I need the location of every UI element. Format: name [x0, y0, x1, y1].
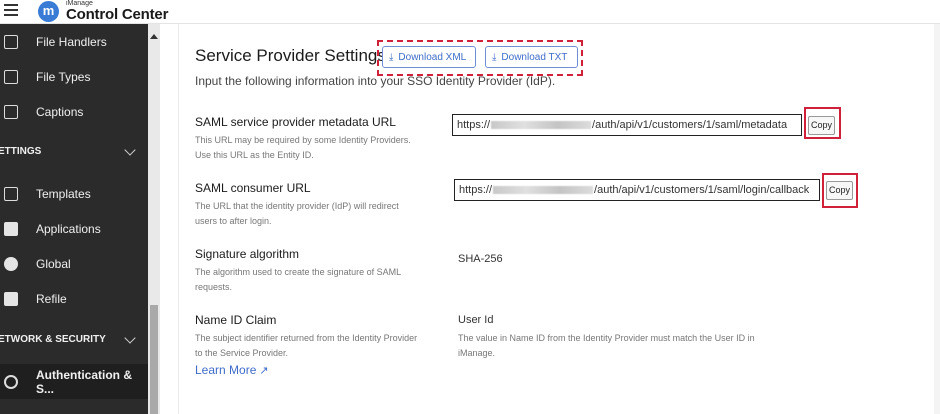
download-buttons-highlight	[377, 40, 583, 76]
main-scrollbar[interactable]	[934, 24, 940, 414]
sidebar-item-label: File Handlers	[36, 34, 107, 49]
metadata-url-title: SAML service provider metadata URL	[195, 115, 396, 129]
applications-icon	[4, 222, 18, 236]
captions-icon	[4, 105, 18, 119]
metadata-url-description: This URL may be required by some Identit…	[195, 135, 411, 160]
redacted-domain	[491, 121, 592, 129]
sidebar-item-label: Authentication & S...	[36, 367, 132, 396]
file-handlers-icon	[4, 35, 18, 49]
page-subtitle: Input the following information into you…	[195, 74, 556, 88]
external-link-icon: ↗	[259, 365, 269, 377]
fingerprint-icon	[4, 375, 18, 389]
learn-more-label: Learn More	[195, 363, 257, 377]
url-prefix: https://	[457, 119, 491, 131]
redacted-domain	[493, 186, 594, 194]
name-id-claim-value-description: The value in Name ID from the Identity P…	[458, 333, 755, 358]
top-bar: m iManage Control Center	[0, 0, 940, 24]
consumer-url-title: SAML consumer URL	[195, 181, 311, 195]
sidebar-item-label: Applications	[36, 221, 101, 236]
imanage-logo-icon: m	[38, 1, 59, 22]
chevron-down-icon	[124, 332, 136, 344]
sidebar-item-global[interactable]: Global	[0, 246, 148, 281]
page-title: Service Provider Settings	[195, 46, 386, 65]
section-label: ETTINGS	[0, 146, 42, 157]
file-types-icon	[4, 70, 18, 84]
learn-more-link[interactable]: Learn More ↗	[195, 363, 269, 377]
scroll-up-arrow-icon[interactable]	[150, 34, 158, 39]
sidebar-item-templates[interactable]: Templates	[0, 176, 148, 211]
url-suffix: /auth/api/v1/customers/1/saml/login/call…	[594, 184, 810, 196]
sidebar-item-label: Templates	[36, 186, 91, 201]
sidebar-item-captions[interactable]: Captions	[0, 94, 148, 129]
url-prefix: https://	[459, 184, 493, 196]
consumer-url-field[interactable]: https:// /auth/api/v1/customers/1/saml/l…	[454, 179, 820, 201]
sidebar-item-file-handlers[interactable]: File Handlers	[0, 24, 148, 59]
sidebar-item-label: Captions	[36, 104, 84, 119]
sidebar-section-settings[interactable]: ETTINGS	[0, 134, 148, 169]
sidebar-item-authentication[interactable]: Authentication & S...	[0, 364, 148, 399]
name-id-claim-title: Name ID Claim	[195, 313, 277, 327]
hamburger-menu-icon[interactable]	[4, 4, 18, 16]
sidebar: File Handlers File Types Captions ETTING…	[0, 24, 148, 414]
name-id-claim-value: User Id	[458, 314, 494, 326]
copy-consumer-highlight	[822, 173, 858, 208]
sidebar-item-label: File Types	[36, 69, 91, 84]
app-title: Control Center	[66, 6, 169, 23]
consumer-url-description: The URL that the identity provider (IdP)…	[195, 201, 399, 226]
globe-icon	[4, 257, 18, 271]
sidebar-item-file-types[interactable]: File Types	[0, 59, 148, 94]
templates-icon	[4, 187, 18, 201]
sidebar-item-label: Global	[36, 256, 71, 271]
copy-metadata-highlight	[804, 107, 841, 139]
refile-icon	[4, 292, 18, 306]
url-suffix: /auth/api/v1/customers/1/saml/metadata	[592, 119, 788, 131]
chevron-down-icon	[124, 144, 136, 156]
signature-algorithm-description: The algorithm used to create the signatu…	[195, 267, 401, 292]
metadata-url-field[interactable]: https:// /auth/api/v1/customers/1/saml/m…	[452, 114, 802, 136]
name-id-claim-description: The subject identifier returned from the…	[195, 333, 418, 358]
sidebar-section-network-security[interactable]: ETWORK & SECURITY	[0, 322, 148, 357]
sidebar-item-label: Refile	[36, 291, 67, 306]
sidebar-item-refile[interactable]: Refile	[0, 281, 148, 316]
signature-algorithm-value: SHA-256	[458, 253, 503, 265]
sidebar-scroll-thumb[interactable]	[150, 305, 158, 414]
signature-algorithm-title: Signature algorithm	[195, 247, 300, 261]
section-label: ETWORK & SECURITY	[0, 334, 106, 345]
sidebar-item-applications[interactable]: Applications	[0, 211, 148, 246]
